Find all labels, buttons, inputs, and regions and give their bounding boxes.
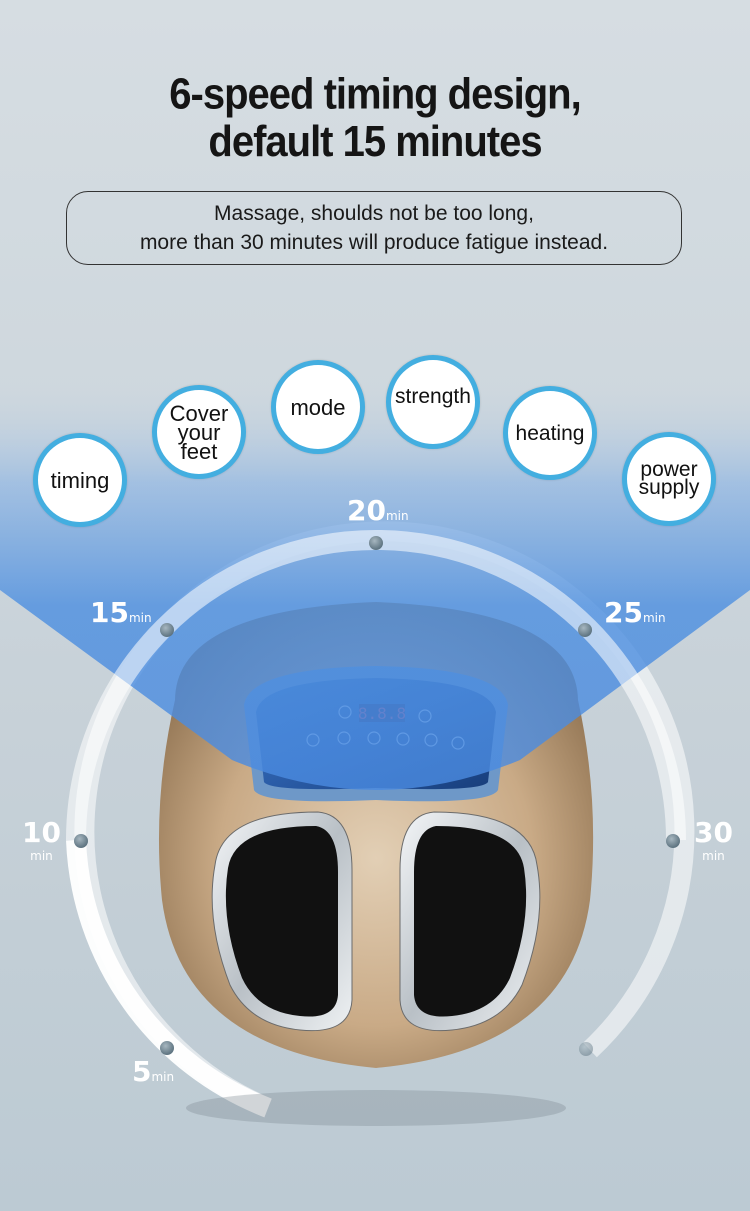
note-line-1: Massage, shoulds not be too long, [214, 202, 534, 225]
dial-marker-5 [160, 1041, 174, 1055]
headline-line-2: default 15 minutes [208, 118, 542, 166]
dial-label-20: 20min [347, 494, 409, 527]
feature-bubble-power-supply: power supply [622, 432, 716, 526]
bubble-label: strength [395, 384, 471, 408]
dial-marker-30 [666, 834, 680, 848]
dial-marker-10 [74, 834, 88, 848]
bubble-label: Cover your feet [169, 400, 229, 464]
dial-label-5: 5min [132, 1055, 175, 1088]
product-infographic: 8.8.8 [0, 0, 750, 1211]
feature-bubble-mode: mode [271, 360, 365, 454]
page-headline: 6-speed timing design, default 15 minute… [0, 70, 750, 165]
usage-note: Massage, shoulds not be too long, more t… [66, 191, 682, 265]
headline-line-1: 6-speed timing design, [169, 70, 581, 118]
feature-bubble-heating: heating [503, 386, 597, 480]
bubble-label: mode [290, 394, 346, 420]
dial-label-15: 15min [90, 596, 152, 629]
dial-label-25: 25min [604, 596, 666, 629]
feature-bubble-timing: timing [33, 433, 127, 527]
dial-marker-25 [578, 623, 592, 637]
dial-label-30: 30 min [694, 816, 733, 863]
dial-marker-20 [369, 536, 383, 550]
dial-label-10: 10 min [22, 816, 61, 863]
dial-marker-15 [160, 623, 174, 637]
dial-marker-end [579, 1042, 593, 1056]
feature-bubble-strength: strength [386, 355, 480, 449]
bubble-label: timing [50, 467, 110, 493]
bubble-label: power supply [638, 458, 700, 499]
feature-bubble-cover-feet: Cover your feet [152, 385, 246, 479]
bubble-label: heating [515, 421, 585, 445]
note-line-2: more than 30 minutes will produce fatigu… [139, 231, 609, 254]
